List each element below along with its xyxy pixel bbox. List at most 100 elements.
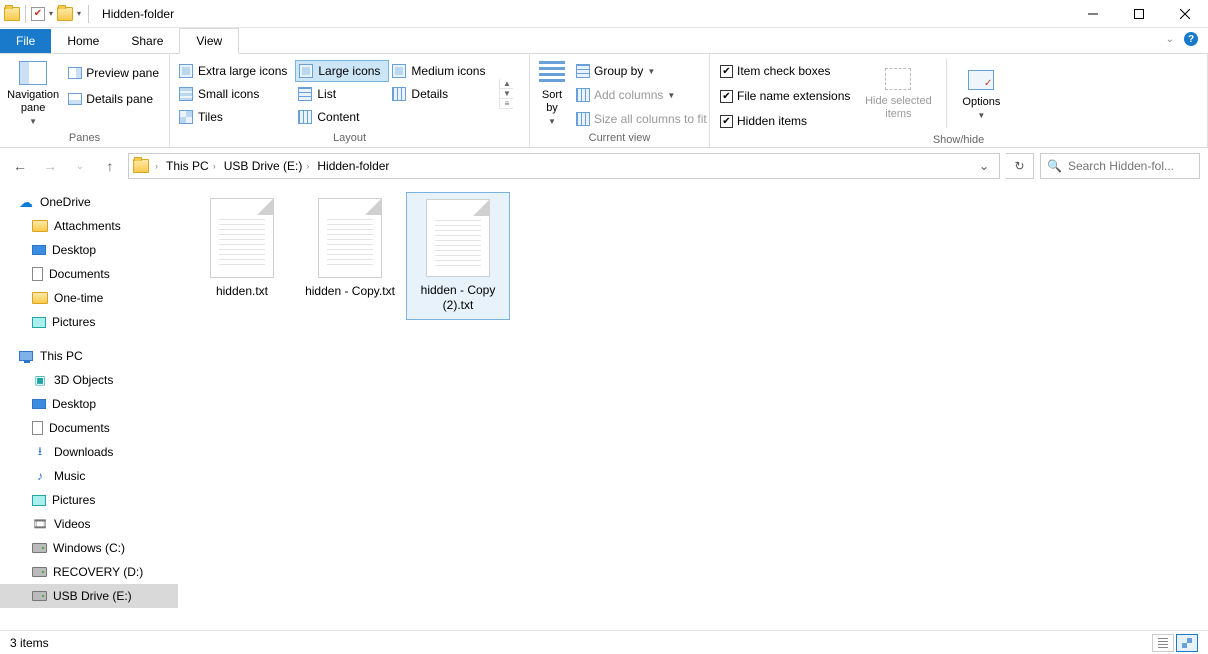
tree-this-pc[interactable]: This PC: [0, 344, 178, 368]
sort-by-button[interactable]: Sort by ▼: [536, 58, 568, 128]
text-file-icon: [318, 198, 382, 278]
group-label-layout: Layout: [176, 130, 523, 147]
close-button[interactable]: [1162, 0, 1208, 28]
breadcrumb-root[interactable]: ›: [153, 161, 160, 171]
add-columns-button[interactable]: Add columns▼: [572, 84, 711, 106]
qat-newfolder-icon[interactable]: [57, 7, 73, 21]
layout-scroll[interactable]: ▲▼≡: [499, 79, 513, 109]
tree-item[interactable]: Documents: [0, 416, 178, 440]
breadcrumb-item[interactable]: USB Drive (E:)›: [222, 159, 312, 173]
layout-large-icons[interactable]: Large icons: [295, 60, 389, 82]
hidden-items-toggle[interactable]: ✔Hidden items: [716, 110, 854, 132]
layout-details[interactable]: Details: [389, 83, 493, 105]
tab-share[interactable]: Share: [115, 29, 179, 53]
navigation-tree[interactable]: ☁OneDrive Attachments Desktop Documents …: [0, 184, 178, 630]
tree-item[interactable]: ⭳Downloads: [0, 440, 178, 464]
details-pane-icon: [68, 93, 82, 105]
file-item[interactable]: hidden - Copy.txt: [298, 192, 402, 320]
navigation-pane-button[interactable]: Navigation pane ▼: [6, 58, 60, 128]
collapse-ribbon-icon[interactable]: ⌄: [1166, 34, 1174, 45]
title-bar: ✔ ▾ ▾ Hidden-folder: [0, 0, 1208, 28]
view-large-icons-button[interactable]: [1176, 634, 1198, 652]
file-name-extensions-toggle[interactable]: ✔File name extensions: [716, 85, 854, 107]
this-pc-icon: [19, 351, 33, 361]
tree-item[interactable]: Windows (C:): [0, 536, 178, 560]
breadcrumb-item[interactable]: Hidden-folder: [315, 159, 391, 173]
qat-customize-icon[interactable]: ▾: [75, 9, 83, 18]
details-pane-button[interactable]: Details pane: [64, 88, 163, 110]
extra-large-icons-icon: [179, 64, 193, 78]
search-input[interactable]: [1068, 159, 1208, 173]
tree-item[interactable]: One-time: [0, 286, 178, 310]
help-icon[interactable]: ?: [1184, 32, 1198, 46]
tree-item[interactable]: ▣3D Objects: [0, 368, 178, 392]
file-item[interactable]: hidden.txt: [190, 192, 294, 320]
tab-file[interactable]: File: [0, 29, 51, 53]
layout-medium-icons[interactable]: Medium icons: [389, 60, 493, 82]
search-box[interactable]: 🔍: [1040, 153, 1200, 179]
back-button[interactable]: ←: [8, 154, 32, 178]
tree-item-selected[interactable]: USB Drive (E:): [0, 584, 178, 608]
tab-view[interactable]: View: [179, 28, 239, 54]
tree-item[interactable]: Desktop: [0, 392, 178, 416]
navigation-pane-icon: [19, 61, 47, 85]
tree-item[interactable]: Desktop: [0, 238, 178, 262]
music-icon: ♪: [32, 468, 48, 484]
tree-onedrive[interactable]: ☁OneDrive: [0, 190, 178, 214]
tab-home[interactable]: Home: [51, 29, 115, 53]
preview-pane-button[interactable]: Preview pane: [64, 62, 163, 84]
address-dropdown-icon[interactable]: ⌄: [973, 159, 995, 173]
tree-item[interactable]: Pictures: [0, 488, 178, 512]
quick-access-toolbar: ✔ ▾ ▾: [0, 5, 96, 23]
hide-selected-items-button[interactable]: Hide selected items: [858, 58, 938, 128]
ribbon-tabs: File Home Share View ⌄ ?: [0, 28, 1208, 54]
tree-item[interactable]: Pictures: [0, 310, 178, 334]
tree-item[interactable]: Documents: [0, 262, 178, 286]
refresh-button[interactable]: ↻: [1006, 153, 1034, 179]
view-details-button[interactable]: [1152, 634, 1174, 652]
options-icon: [968, 70, 994, 90]
group-label-show-hide: Show/hide: [716, 132, 1201, 149]
file-item-selected[interactable]: hidden - Copy (2).txt: [406, 192, 510, 320]
breadcrumb-item[interactable]: This PC›: [164, 159, 218, 173]
drive-icon: [32, 543, 47, 553]
maximize-button[interactable]: [1116, 0, 1162, 28]
chevron-down-icon: ▼: [548, 117, 556, 127]
desktop-icon: [32, 245, 46, 255]
ribbon-group-layout: Extra large icons Large icons Medium ico…: [170, 54, 530, 147]
window-title: Hidden-folder: [102, 7, 174, 21]
item-check-boxes-toggle[interactable]: ✔Item check boxes: [716, 60, 854, 82]
up-button[interactable]: ↑: [98, 154, 122, 178]
tree-item[interactable]: ♪Music: [0, 464, 178, 488]
drive-icon: [32, 567, 47, 577]
text-file-icon: [210, 198, 274, 278]
address-bar[interactable]: › This PC› USB Drive (E:)› Hidden-folder…: [128, 153, 1000, 179]
forward-button[interactable]: →: [38, 154, 62, 178]
qat-properties-icon[interactable]: ✔: [31, 7, 45, 21]
file-list[interactable]: hidden.txt hidden - Copy.txt hidden - Co…: [178, 184, 1208, 630]
folder-icon: [32, 220, 48, 232]
layout-extra-large-icons[interactable]: Extra large icons: [176, 60, 295, 82]
content-icon: [298, 110, 312, 124]
preview-pane-icon: [68, 67, 82, 79]
videos-icon: 🎞: [32, 516, 48, 532]
recent-locations-button[interactable]: ⌄: [68, 154, 92, 178]
tree-item[interactable]: Attachments: [0, 214, 178, 238]
layout-list[interactable]: List: [295, 83, 389, 105]
tree-item[interactable]: RECOVERY (D:): [0, 560, 178, 584]
group-by-button[interactable]: Group by▼: [572, 60, 711, 82]
qat-dropdown-icon[interactable]: ▾: [47, 9, 55, 18]
layout-small-icons[interactable]: Small icons: [176, 83, 295, 105]
options-button[interactable]: Options ▼: [955, 58, 1007, 128]
tree-item[interactable]: 🎞Videos: [0, 512, 178, 536]
size-columns-button[interactable]: Size all columns to fit: [572, 108, 711, 130]
sort-icon: [539, 61, 565, 85]
address-folder-icon: [133, 159, 149, 173]
layout-tiles[interactable]: Tiles: [176, 106, 295, 128]
layout-content[interactable]: Content: [295, 106, 389, 128]
downloads-icon: ⭳: [32, 444, 48, 460]
ribbon-group-current-view: Sort by ▼ Group by▼ Add columns▼ Size al…: [530, 54, 710, 147]
minimize-button[interactable]: [1070, 0, 1116, 28]
list-icon: [298, 87, 312, 101]
size-columns-icon: [576, 112, 590, 126]
